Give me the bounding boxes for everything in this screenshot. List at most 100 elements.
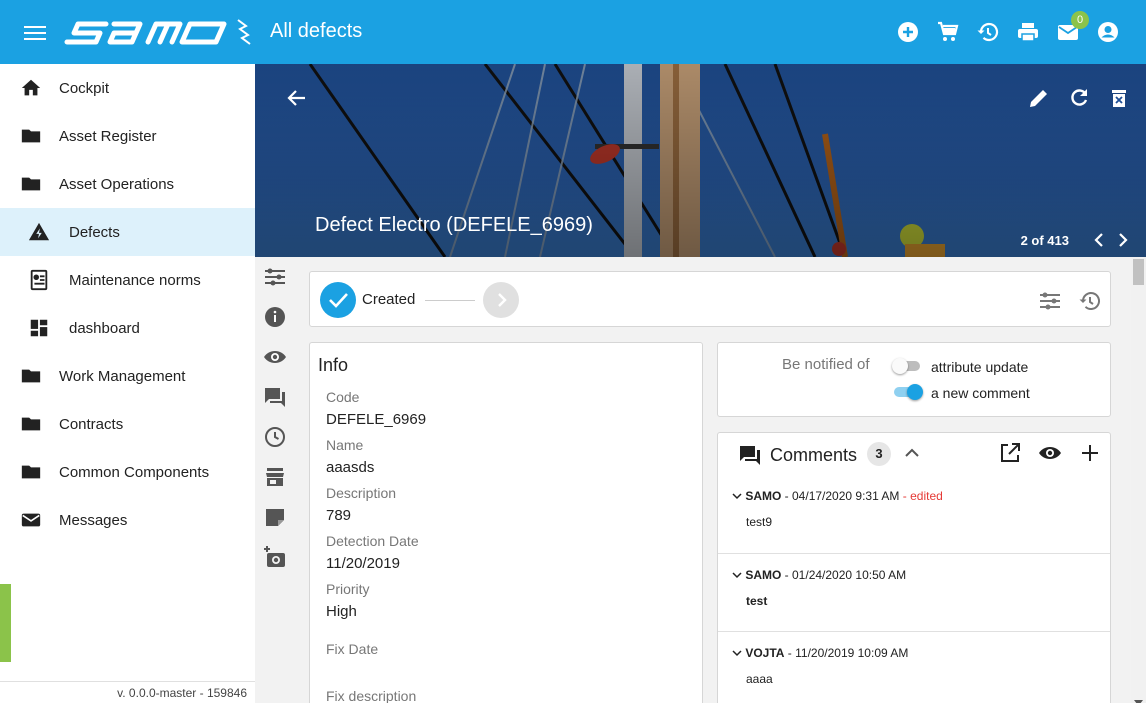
- step-created-check-icon: [320, 282, 356, 318]
- field-value-detection-date: 11/20/2019: [326, 555, 400, 572]
- chevron-down-icon[interactable]: [732, 646, 742, 660]
- current-step-label: Created: [362, 291, 416, 308]
- comments-card: Comments 3 SAMO - 04/17/2020 9:31 AM - e…: [717, 432, 1111, 703]
- comment-date: - 04/17/2020 9:31 AM: [781, 489, 900, 503]
- add-comment-icon[interactable]: [1078, 441, 1102, 465]
- back-arrow-icon[interactable]: [285, 86, 309, 110]
- comment-author: VOJTA: [745, 646, 785, 660]
- info-heading: Info: [318, 355, 349, 375]
- comment-item[interactable]: VOJTA - 11/20/2019 10:09 AM aaaa: [718, 631, 1110, 703]
- workflow-settings-icon[interactable]: [1038, 289, 1062, 313]
- sidebar-item-label: Asset Register: [59, 127, 157, 145]
- sidebar-item-defects[interactable]: Defects: [0, 208, 255, 256]
- folder-icon: [20, 173, 42, 195]
- accent-bar: [0, 584, 11, 662]
- sidebar-item-contracts[interactable]: Contracts: [0, 400, 255, 448]
- field-value-name: aaasds: [326, 459, 375, 476]
- sidebar-item-label: Asset Operations: [59, 175, 175, 193]
- warning-icon: [28, 221, 50, 243]
- attribute-update-toggle[interactable]: [892, 358, 920, 374]
- edit-icon[interactable]: [1027, 86, 1051, 110]
- add-photo-icon[interactable]: [263, 545, 287, 569]
- watch-eye-icon[interactable]: [1038, 441, 1062, 465]
- comment-text: test: [746, 594, 768, 608]
- chevron-left-icon[interactable]: [1089, 230, 1109, 250]
- chevron-down-icon[interactable]: [732, 489, 742, 503]
- field-label: Fix description: [326, 688, 417, 703]
- chevron-up-icon[interactable]: [902, 443, 922, 463]
- sidebar-item-dashboard[interactable]: dashboard: [0, 304, 255, 352]
- account-icon[interactable]: [1096, 20, 1120, 44]
- history-icon[interactable]: [976, 20, 1000, 44]
- next-step-button[interactable]: [483, 282, 519, 318]
- sidebar-item-label: Contracts: [59, 415, 124, 433]
- field-label: Code: [326, 389, 360, 405]
- comment-text: test9: [746, 515, 773, 529]
- sidebar-item-label: Common Components: [59, 463, 210, 481]
- sidebar-item-asset-register[interactable]: Asset Register: [0, 112, 255, 160]
- comment-author: SAMO: [745, 568, 782, 582]
- open-external-icon[interactable]: [998, 441, 1022, 465]
- sidebar: Cockpit Asset Register Asset Operations …: [0, 64, 255, 703]
- field-label: Priority: [326, 581, 370, 597]
- defect-detail: Created Info Code DEFELE_6969 Name aaasd…: [295, 257, 1131, 703]
- mail-icon[interactable]: 0: [1056, 11, 1089, 44]
- scrollbar-thumb[interactable]: [1133, 259, 1144, 285]
- sidebar-item-maintenance-norms[interactable]: Maintenance norms: [0, 256, 255, 304]
- note-icon[interactable]: [263, 505, 287, 529]
- info-card: Info Code DEFELE_6969 Name aaasds Descri…: [309, 342, 703, 703]
- new-comment-toggle[interactable]: [894, 384, 923, 400]
- sidebar-item-cockpit[interactable]: Cockpit: [0, 64, 255, 112]
- comments-icon[interactable]: [263, 385, 287, 409]
- comment-date: - 11/20/2019 10:09 AM: [784, 646, 909, 660]
- delete-icon[interactable]: [1107, 86, 1131, 110]
- clock-icon[interactable]: [263, 425, 287, 449]
- norms-icon: [28, 269, 50, 291]
- cart-icon[interactable]: [936, 20, 960, 44]
- folder-icon: [20, 413, 42, 435]
- sidebar-item-label: Work Management: [59, 367, 186, 385]
- dashboard-icon: [28, 317, 50, 339]
- refresh-icon[interactable]: [1067, 86, 1091, 110]
- comments-count-badge: 3: [867, 442, 891, 466]
- add-circle-icon[interactable]: [896, 20, 920, 44]
- comment-item[interactable]: SAMO - 04/17/2020 9:31 AM - edited test9: [718, 475, 1110, 553]
- top-app-bar: All defects 0: [0, 0, 1146, 64]
- print-icon[interactable]: [1016, 20, 1040, 44]
- folder-icon: [20, 461, 42, 483]
- chevron-down-icon[interactable]: [732, 568, 742, 582]
- comment-text: aaaa: [746, 672, 773, 686]
- eye-icon[interactable]: [263, 345, 287, 369]
- record-pager: 2 of 413: [1020, 233, 1069, 248]
- field-label: Detection Date: [326, 533, 419, 549]
- menu-icon[interactable]: [24, 22, 46, 42]
- store-icon[interactable]: [263, 465, 287, 489]
- version-label: v. 0.0.0-master - 159846: [0, 681, 255, 703]
- workflow-history-icon[interactable]: [1078, 289, 1102, 313]
- comment-edited-flag: - edited: [899, 489, 943, 503]
- toggle-label: a new comment: [931, 385, 1030, 401]
- sidebar-item-asset-operations[interactable]: Asset Operations: [0, 160, 255, 208]
- field-value-code: DEFELE_6969: [326, 411, 427, 428]
- sidebar-item-work-management[interactable]: Work Management: [0, 352, 255, 400]
- mail-count-badge: 0: [1071, 11, 1089, 29]
- scroll-down-arrow-icon[interactable]: [1134, 693, 1143, 703]
- toggle-label: attribute update: [931, 359, 1029, 375]
- workflow-icon[interactable]: [263, 265, 287, 289]
- defect-title: Defect Electro (DEFELE_6969): [315, 214, 593, 236]
- comment-item[interactable]: SAMO - 01/24/2020 10:50 AM test: [718, 553, 1110, 631]
- sidebar-item-label: Messages: [59, 511, 128, 529]
- sidebar-item-messages[interactable]: Messages: [0, 496, 255, 544]
- mail-icon: [20, 509, 42, 531]
- samo-logo[interactable]: [64, 14, 254, 53]
- chevron-right-icon[interactable]: [1113, 230, 1133, 250]
- field-value-description: 789: [326, 507, 352, 524]
- defect-banner: Defect Electro (DEFELE_6969) 2 of 413: [255, 64, 1146, 257]
- info-icon[interactable]: [263, 305, 287, 329]
- sidebar-item-label: Maintenance norms: [69, 271, 201, 289]
- home-icon: [20, 77, 42, 99]
- sidebar-item-common-components[interactable]: Common Components: [0, 448, 255, 496]
- sidebar-item-label: Defects: [69, 223, 120, 241]
- comments-icon: [738, 443, 762, 467]
- content-scrollbar[interactable]: [1131, 257, 1146, 703]
